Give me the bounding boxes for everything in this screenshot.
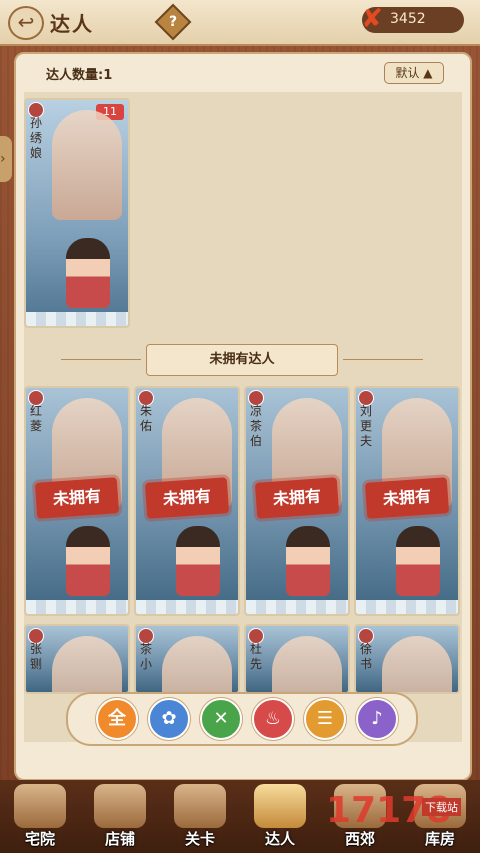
filter-cooking-icon[interactable]: ♨: [252, 698, 294, 740]
talent-chibi: [66, 526, 110, 596]
unowned-talent-card[interactable]: 徐书: [354, 624, 460, 694]
page-title: 达人: [50, 12, 94, 36]
talent-panel: 达人数量:1 默认 ▲ 11 孙绣娘 未拥有达人 红菱 未拥有 朱佑 未拥有 凉…: [14, 52, 472, 781]
filter-book-icon[interactable]: ☰: [304, 698, 346, 740]
not-owned-stamp: 未拥有: [34, 477, 120, 519]
nav-courtyard[interactable]: 宅院: [0, 780, 80, 853]
filter-tools-icon[interactable]: ✕: [200, 698, 242, 740]
back-arrow-icon: ↩: [17, 10, 35, 34]
talent-chibi: [66, 238, 110, 308]
wave-decoration: [26, 600, 128, 614]
talent-chibi: [176, 526, 220, 596]
shop-icon: [94, 784, 146, 828]
wave-decoration: [246, 600, 348, 614]
talent-name: 杜先: [250, 642, 263, 671]
help-icon: ?: [168, 14, 178, 30]
talent-name: 茶小: [140, 642, 153, 671]
unowned-talent-card[interactable]: 凉茶伯 未拥有: [244, 386, 350, 616]
stages-icon: [174, 784, 226, 828]
unowned-talent-card[interactable]: 朱佑 未拥有: [134, 386, 240, 616]
filter-music-icon[interactable]: ♪: [356, 698, 398, 740]
nav-stages[interactable]: 关卡: [160, 780, 240, 853]
nav-talents[interactable]: 达人: [240, 780, 320, 853]
unowned-section-header: 未拥有达人: [61, 344, 423, 376]
top-bar: ↩ 达人 ? ✘ 3452: [0, 0, 480, 46]
nav-label: 库房: [424, 830, 455, 848]
nav-label: 西郊: [344, 830, 375, 848]
not-owned-stamp: 未拥有: [144, 477, 230, 519]
talent-name: 刘更夫: [360, 404, 373, 448]
talent-count: 达人数量:1: [46, 68, 113, 83]
talent-portrait: [162, 636, 232, 692]
talent-name: 凉茶伯: [250, 404, 263, 448]
currency-display: ✘ 3452: [361, 4, 464, 34]
help-button[interactable]: ?: [154, 3, 192, 41]
side-expand-tab[interactable]: ›: [0, 136, 12, 182]
talent-name: 张铡: [30, 642, 43, 671]
owned-talent-card[interactable]: 11 孙绣娘: [24, 98, 130, 328]
wave-decoration: [26, 312, 128, 326]
courtyard-icon: [14, 784, 66, 828]
talent-chibi: [286, 526, 330, 596]
nav-label: 关卡: [184, 830, 215, 848]
talents-icon: [254, 784, 306, 828]
crossed-swords-icon: ✘: [361, 4, 383, 34]
talent-portrait: [52, 636, 122, 692]
back-button[interactable]: ↩: [8, 6, 44, 40]
not-owned-stamp: 未拥有: [254, 477, 340, 519]
unowned-talent-card[interactable]: 茶小: [134, 624, 240, 694]
sort-label: 默认: [395, 66, 420, 80]
filter-lotus-icon[interactable]: ✿: [148, 698, 190, 740]
filter-all-button[interactable]: 全: [96, 698, 138, 740]
talent-portrait: [272, 636, 342, 692]
not-owned-stamp: 未拥有: [364, 477, 450, 519]
category-filter-bar: 全 ✿ ✕ ♨ ☰ ♪: [66, 692, 418, 746]
wave-decoration: [136, 600, 238, 614]
nav-label: 宅院: [24, 830, 55, 848]
nav-label: 店铺: [104, 830, 135, 848]
unowned-talent-card[interactable]: 红菱 未拥有: [24, 386, 130, 616]
nav-shop[interactable]: 店铺: [80, 780, 160, 853]
watermark-tag: 下载站: [422, 798, 461, 816]
talent-portrait: [382, 636, 452, 692]
unowned-talent-card[interactable]: 刘更夫 未拥有: [354, 386, 460, 616]
unowned-talent-card[interactable]: 杜先: [244, 624, 350, 694]
currency-value: 3452: [390, 11, 426, 27]
talent-name: 红菱: [30, 404, 43, 433]
sort-dropdown[interactable]: 默认 ▲: [384, 62, 444, 84]
talent-name: 徐书: [360, 642, 373, 671]
talent-portrait: [52, 110, 122, 220]
talent-chibi: [396, 526, 440, 596]
wave-decoration: [356, 600, 458, 614]
talent-name: 朱佑: [140, 404, 153, 433]
unowned-talent-card[interactable]: 张铡: [24, 624, 130, 694]
talent-name: 孙绣娘: [30, 116, 43, 160]
nav-label: 达人: [264, 830, 295, 848]
